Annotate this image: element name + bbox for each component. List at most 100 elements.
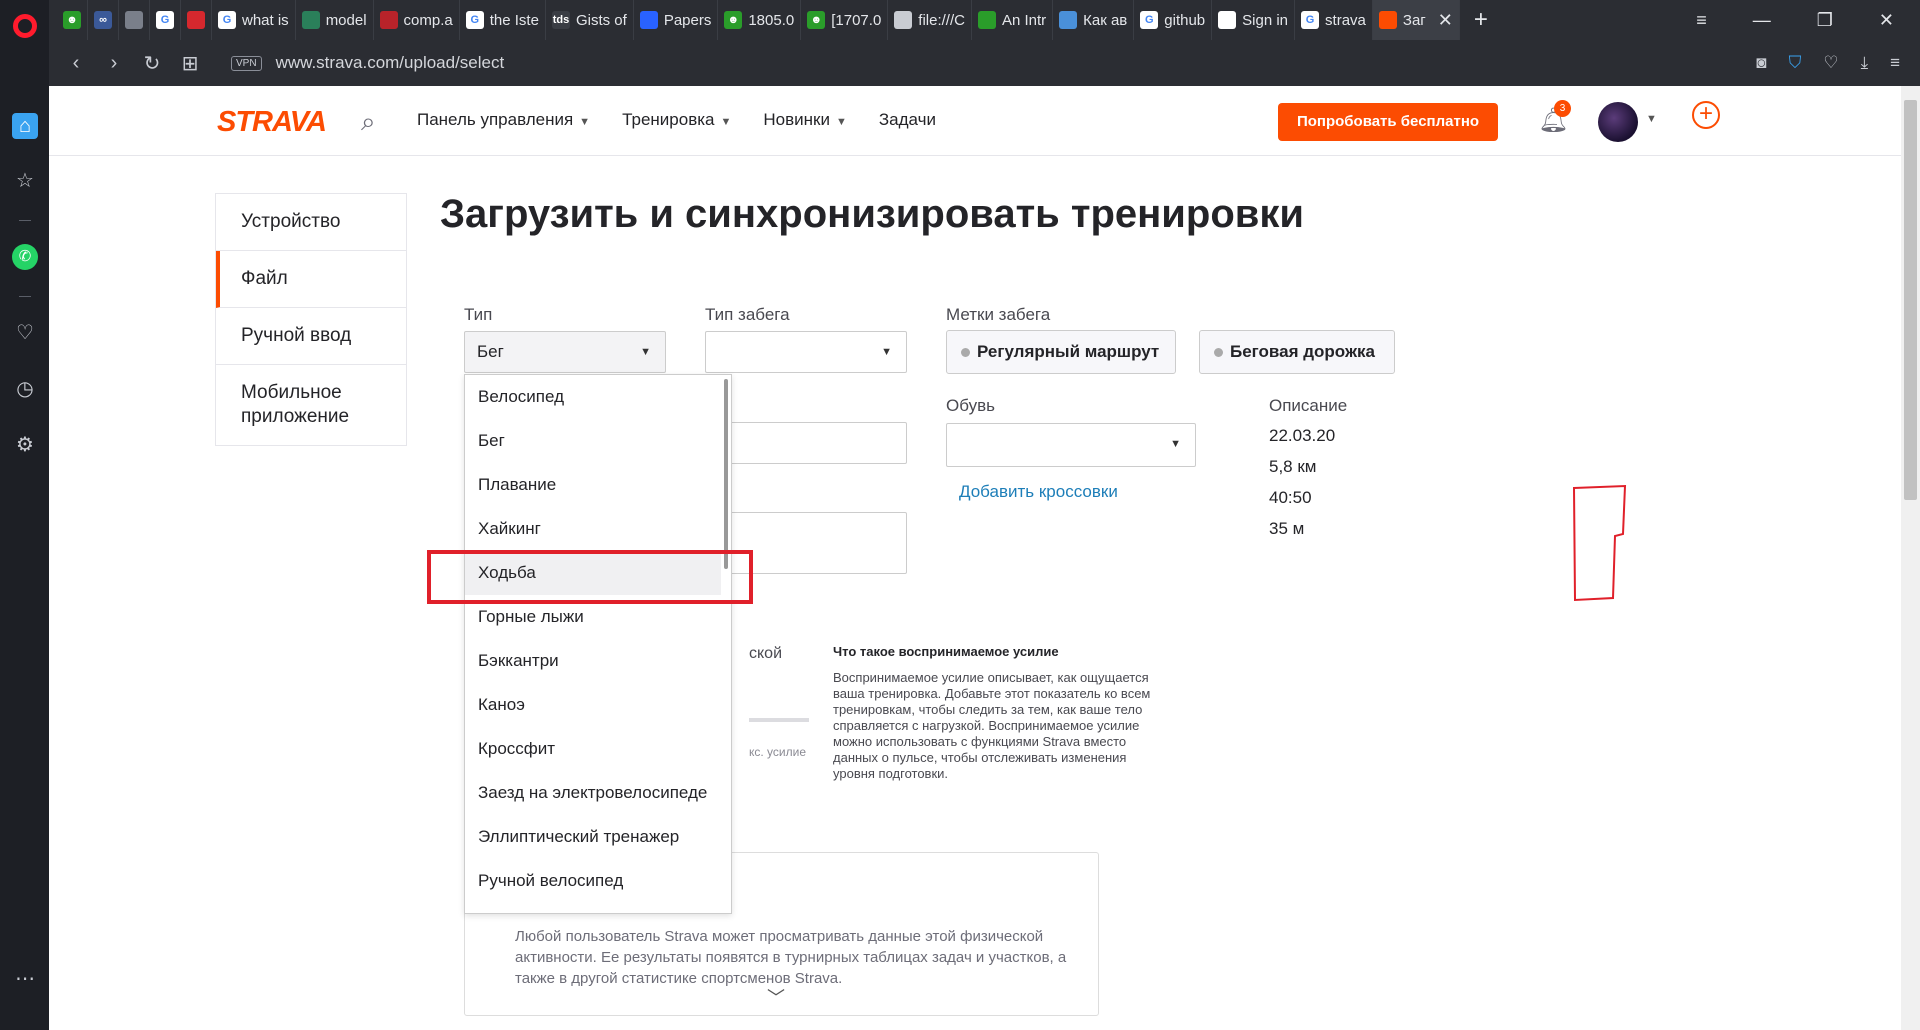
close-tab-icon[interactable]: ✕	[1438, 10, 1453, 31]
browser-tab[interactable]: Gwhat is	[212, 0, 296, 40]
tab-title: Papers	[663, 11, 712, 29]
try-free-button[interactable]: Попробовать бесплатно	[1278, 103, 1498, 141]
window-controls: ≡ — ❐ ✕	[1696, 10, 1920, 31]
browser-tab[interactable]	[181, 0, 212, 40]
settings-gear-icon[interactable]: ⚙	[12, 432, 38, 458]
vpn-badge[interactable]: VPN	[231, 55, 262, 71]
tab-title: Sign in	[1242, 11, 1289, 29]
opera-logo-icon[interactable]	[13, 14, 37, 38]
browser-tab[interactable]: Sign in	[1212, 0, 1296, 40]
bookmarks-star-icon[interactable]: ☆	[12, 168, 38, 194]
tab-favicon-icon: tds	[551, 11, 570, 29]
menu-item-manual[interactable]: Ручной ввод	[216, 308, 406, 365]
tag-treadmill[interactable]: Беговая дорожка	[1199, 330, 1395, 374]
nav-dashboard[interactable]: Панель управления ▼	[417, 110, 590, 130]
chevron-down-icon: ▼	[579, 116, 591, 128]
menu-item-file[interactable]: Файл	[216, 251, 406, 308]
dropdown-option[interactable]: Бэккантри	[465, 639, 731, 683]
tab-title: strava	[1325, 11, 1366, 29]
run-type-select[interactable]: ▼	[705, 331, 907, 373]
tab-favicon-icon: ∞	[94, 11, 112, 29]
strava-page: STRAVA ⌕ Панель управления ▼ Тренировка ▼ …	[49, 86, 1901, 1030]
browser-tab[interactable]: model	[296, 0, 374, 40]
download-icon[interactable]: ⤓	[1861, 53, 1869, 73]
browser-tab[interactable]: An Intr	[972, 0, 1054, 40]
dropdown-option[interactable]: Хайкинг	[465, 507, 731, 551]
strava-logo[interactable]: STRAVA	[217, 106, 327, 139]
description-line: 22.03.20	[1269, 426, 1336, 445]
close-window-icon[interactable]: ✕	[1879, 10, 1894, 31]
browser-tab[interactable]	[119, 0, 150, 40]
tab-favicon-icon	[125, 11, 143, 29]
browser-tab[interactable]: file:///C	[888, 0, 972, 40]
heart-icon[interactable]: ♡	[1823, 53, 1838, 73]
browser-tab[interactable]: Заг ✕	[1372, 0, 1460, 40]
browser-tab[interactable]: ∞	[88, 0, 119, 40]
nav-challenges[interactable]: Задачи	[879, 110, 936, 130]
caret-down-icon: ▼	[640, 346, 651, 358]
browser-tab[interactable]: Gstrava	[1295, 0, 1373, 40]
upload-method-menu: Устройство Файл Ручной ввод Мобильное пр…	[215, 193, 407, 446]
dropdown-option[interactable]: Кроссфит	[465, 727, 731, 771]
menu-item-device[interactable]: Устройство	[216, 194, 406, 251]
browser-tab[interactable]: Papers	[634, 0, 719, 40]
title-input[interactable]	[705, 422, 907, 464]
dropdown-scrollbar[interactable]	[724, 379, 728, 569]
chevron-down-icon[interactable]: ﹀	[767, 984, 785, 1010]
nav-whats-new[interactable]: Новинки ▼	[763, 110, 846, 130]
avatar[interactable]	[1598, 102, 1638, 142]
menu-icon[interactable]: ≡	[1890, 53, 1900, 73]
forward-icon[interactable]: ›	[95, 52, 133, 75]
reload-icon[interactable]: ↻	[133, 51, 171, 76]
dropdown-option[interactable]: Плавание	[465, 463, 731, 507]
tag-regular-route[interactable]: Регулярный маршрут	[946, 330, 1176, 374]
tab-menu-icon[interactable]: ≡	[1696, 10, 1707, 31]
nav-training[interactable]: Тренировка ▼	[622, 110, 731, 130]
history-clock-icon[interactable]: ◷	[12, 376, 38, 402]
browser-tab[interactable]: Ggithub	[1134, 0, 1213, 40]
search-icon[interactable]: ⌕	[361, 106, 376, 138]
browser-tab[interactable]: Gthe Iste	[460, 0, 546, 40]
address-bar: ‹ › ↻ ⊞ VPN www.strava.com/upload/select…	[49, 40, 1920, 86]
minimize-icon[interactable]: —	[1753, 10, 1771, 31]
menu-item-mobile-app[interactable]: Мобильное приложение	[216, 365, 406, 445]
heart-icon[interactable]: ♡	[12, 320, 38, 346]
whatsapp-icon[interactable]: ✆	[12, 244, 38, 270]
maximize-icon[interactable]: ❐	[1817, 10, 1833, 31]
home-icon[interactable]: ⌂	[12, 113, 38, 139]
more-icon[interactable]: ⋯	[12, 966, 38, 992]
dropdown-option[interactable]: Каноэ	[465, 683, 731, 727]
tag-dot-icon	[1214, 348, 1223, 357]
camera-icon[interactable]: ◙	[1756, 53, 1766, 73]
dropdown-option[interactable]: Ручной велосипед	[465, 859, 731, 903]
speed-dial-grid-icon[interactable]: ⊞	[171, 51, 209, 76]
page-scroll-thumb[interactable]	[1904, 100, 1917, 500]
tab-favicon-icon: ☻	[63, 11, 81, 29]
shoes-select[interactable]: ▼	[946, 423, 1196, 467]
tab-title: what is	[242, 11, 289, 29]
browser-tab[interactable]: Как ав	[1053, 0, 1135, 40]
effort-slider[interactable]	[749, 718, 809, 722]
dropdown-option[interactable]: Бег	[465, 419, 731, 463]
browser-tab[interactable]: G	[150, 0, 181, 40]
browser-tab[interactable]: comp.a	[374, 0, 460, 40]
dropdown-option[interactable]: Эллиптический тренажер	[465, 815, 731, 859]
add-plus-icon[interactable]: +	[1692, 101, 1720, 129]
new-tab-button[interactable]: +	[1460, 6, 1502, 34]
description-label: Описание	[1269, 396, 1348, 415]
dropdown-option[interactable]: Велосипед	[465, 375, 731, 419]
add-shoes-link[interactable]: Добавить кроссовки	[959, 482, 1118, 502]
browser-tab[interactable]: ☻ [1707.0	[801, 0, 889, 40]
browser-tab[interactable]: ☻ 1805.0	[718, 0, 802, 40]
url-field[interactable]: www.strava.com/upload/select	[276, 53, 505, 73]
tab-favicon-icon: ☻	[724, 11, 743, 29]
type-select[interactable]: Бег ▼	[464, 331, 666, 373]
chevron-down-icon[interactable]: ▼	[1646, 113, 1657, 125]
notification-badge: 3	[1554, 100, 1571, 117]
browser-tab[interactable]: ☻	[57, 0, 88, 40]
page-scrollbar[interactable]	[1901, 86, 1920, 1030]
dropdown-option[interactable]: Заезд на электровелосипеде	[465, 771, 731, 815]
back-icon[interactable]: ‹	[57, 52, 95, 75]
shield-icon[interactable]: ⛉	[1789, 53, 1802, 73]
browser-tab[interactable]: tds Gists of	[546, 0, 634, 40]
